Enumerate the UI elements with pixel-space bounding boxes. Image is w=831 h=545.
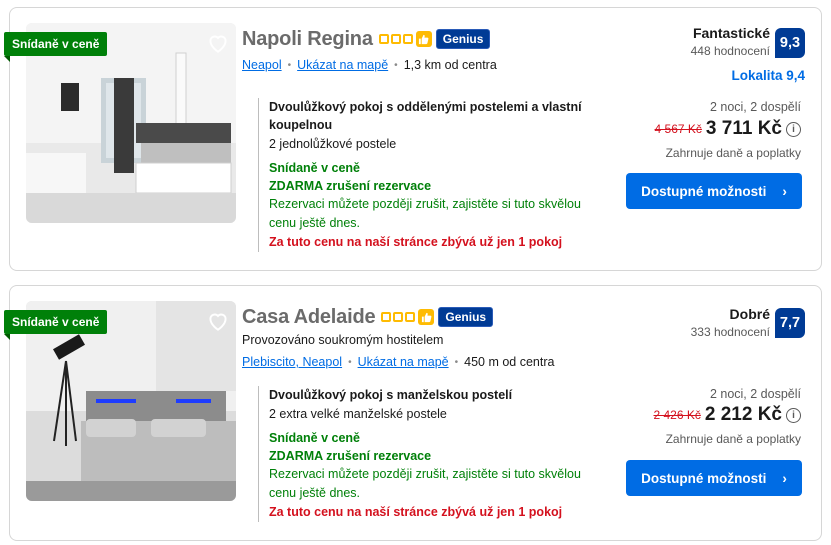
- bed-config: 2 extra velké manželské postele: [269, 407, 447, 421]
- button-label: Dostupné možnosti: [641, 470, 767, 486]
- property-card[interactable]: Snídaně v ceně Casa Adelaide Genius Prov…: [4, 285, 822, 541]
- thumbs-up-icon: [415, 31, 432, 47]
- review-count: 448 hodnocení: [690, 44, 770, 58]
- price-row: 2 426 Kč 2 212 Kč i: [653, 404, 801, 426]
- distance-from-center: 450 m od centra: [464, 355, 555, 369]
- property-card[interactable]: Snídaně v ceně Napoli Regina Genius Neap…: [4, 7, 822, 271]
- host-type: Provozováno soukromým hostitelem: [242, 333, 444, 347]
- bed-config: 2 jednolůžkové postele: [269, 137, 397, 151]
- breakfast-badge: Snídaně v ceně: [4, 310, 108, 340]
- title-row: Casa Adelaide Genius: [242, 304, 494, 330]
- title-row: Napoli Regina Genius: [242, 26, 491, 52]
- taxes-note: Zahrnuje daně a poplatky: [665, 432, 801, 446]
- free-cancellation: ZDARMA zrušení rezervace: [269, 449, 432, 463]
- heart-icon[interactable]: [205, 30, 231, 56]
- genius-badge: Genius: [435, 29, 491, 49]
- button-label: Dostupné možnosti: [641, 183, 767, 199]
- stay-length: 2 noci, 2 dospělí: [709, 387, 801, 401]
- chevron-right-icon: ›: [782, 183, 787, 199]
- current-price: 3 711 Kč: [705, 118, 782, 139]
- rating-squares: [378, 34, 413, 44]
- show-on-map-link[interactable]: Ukázat na mapě: [297, 58, 388, 72]
- square-icon: [381, 312, 392, 322]
- location-row: Neapol • Ukázat na mapě • 1,3 km od cent…: [242, 58, 497, 72]
- cancellation-note: Rezervaci můžete později zrušit, zajistě…: [269, 197, 581, 230]
- original-price: 4 567 Kč: [654, 122, 702, 136]
- square-icon: [378, 34, 389, 44]
- stay-length: 2 noci, 2 dospělí: [709, 100, 801, 114]
- chevron-right-icon: ›: [782, 470, 787, 486]
- property-name[interactable]: Casa Adelaide: [242, 306, 376, 329]
- square-icon: [405, 312, 416, 322]
- original-price: 2 426 Kč: [653, 408, 701, 422]
- breakfast-included: Snídaně v ceně: [269, 431, 361, 445]
- location-link[interactable]: Neapol: [242, 58, 282, 72]
- review-score[interactable]: 7,7: [775, 308, 805, 338]
- cancellation-note: Rezervaci můžete později zrušit, zajistě…: [269, 467, 581, 500]
- square-icon: [402, 34, 413, 44]
- rating-word: Dobré: [729, 306, 770, 322]
- genius-badge: Genius: [438, 307, 494, 327]
- review-count: 333 hodnocení: [690, 325, 770, 339]
- rating-word: Fantastické: [692, 25, 770, 41]
- thumbs-up-icon: [418, 309, 435, 325]
- show-on-map-link[interactable]: Ukázat na mapě: [358, 355, 449, 369]
- review-score[interactable]: 9,3: [775, 28, 805, 58]
- heart-icon[interactable]: [205, 308, 231, 334]
- room-title: Dvoulůžkový pokoj s manželskou postelí: [269, 388, 513, 402]
- room-info: Dvoulůžkový pokoj s oddělenými postelemi…: [258, 98, 603, 252]
- location-row: Plebiscito, Neapol • Ukázat na mapě • 45…: [242, 355, 554, 369]
- square-icon: [393, 312, 404, 322]
- price-row: 4 567 Kč 3 711 Kč i: [655, 118, 801, 140]
- room-info: Dvoulůžkový pokoj s manželskou postelí 2…: [258, 386, 603, 522]
- distance-from-center: 1,3 km od centra: [403, 58, 497, 72]
- taxes-note: Zahrnuje daně a poplatky: [665, 146, 801, 160]
- current-price: 2 212 Kč: [704, 404, 782, 425]
- rating-squares: [381, 312, 416, 322]
- see-availability-button[interactable]: Dostupné možnosti ›: [626, 173, 802, 209]
- free-cancellation: ZDARMA zrušení rezervace: [269, 179, 432, 193]
- info-icon[interactable]: i: [786, 121, 801, 137]
- separator-dot: •: [348, 356, 352, 368]
- info-icon[interactable]: i: [786, 407, 801, 423]
- see-availability-button[interactable]: Dostupné možnosti ›: [626, 460, 802, 496]
- separator-dot: •: [287, 59, 292, 71]
- room-title: Dvoulůžkový pokoj s oddělenými postelemi…: [269, 100, 582, 132]
- square-icon: [390, 34, 401, 44]
- property-name[interactable]: Napoli Regina: [242, 28, 373, 51]
- breakfast-badge: Snídaně v ceně: [4, 32, 108, 62]
- scarcity-message: Za tuto cenu na naší stránce zbývá už je…: [269, 505, 563, 519]
- separator-dot: •: [454, 356, 459, 368]
- location-score: Lokalita 9,4: [731, 68, 805, 83]
- separator-dot: •: [394, 59, 398, 71]
- breakfast-included: Snídaně v ceně: [269, 161, 361, 175]
- scarcity-message: Za tuto cenu na naší stránce zbývá už je…: [269, 235, 563, 249]
- location-link[interactable]: Plebiscito, Neapol: [242, 355, 342, 369]
